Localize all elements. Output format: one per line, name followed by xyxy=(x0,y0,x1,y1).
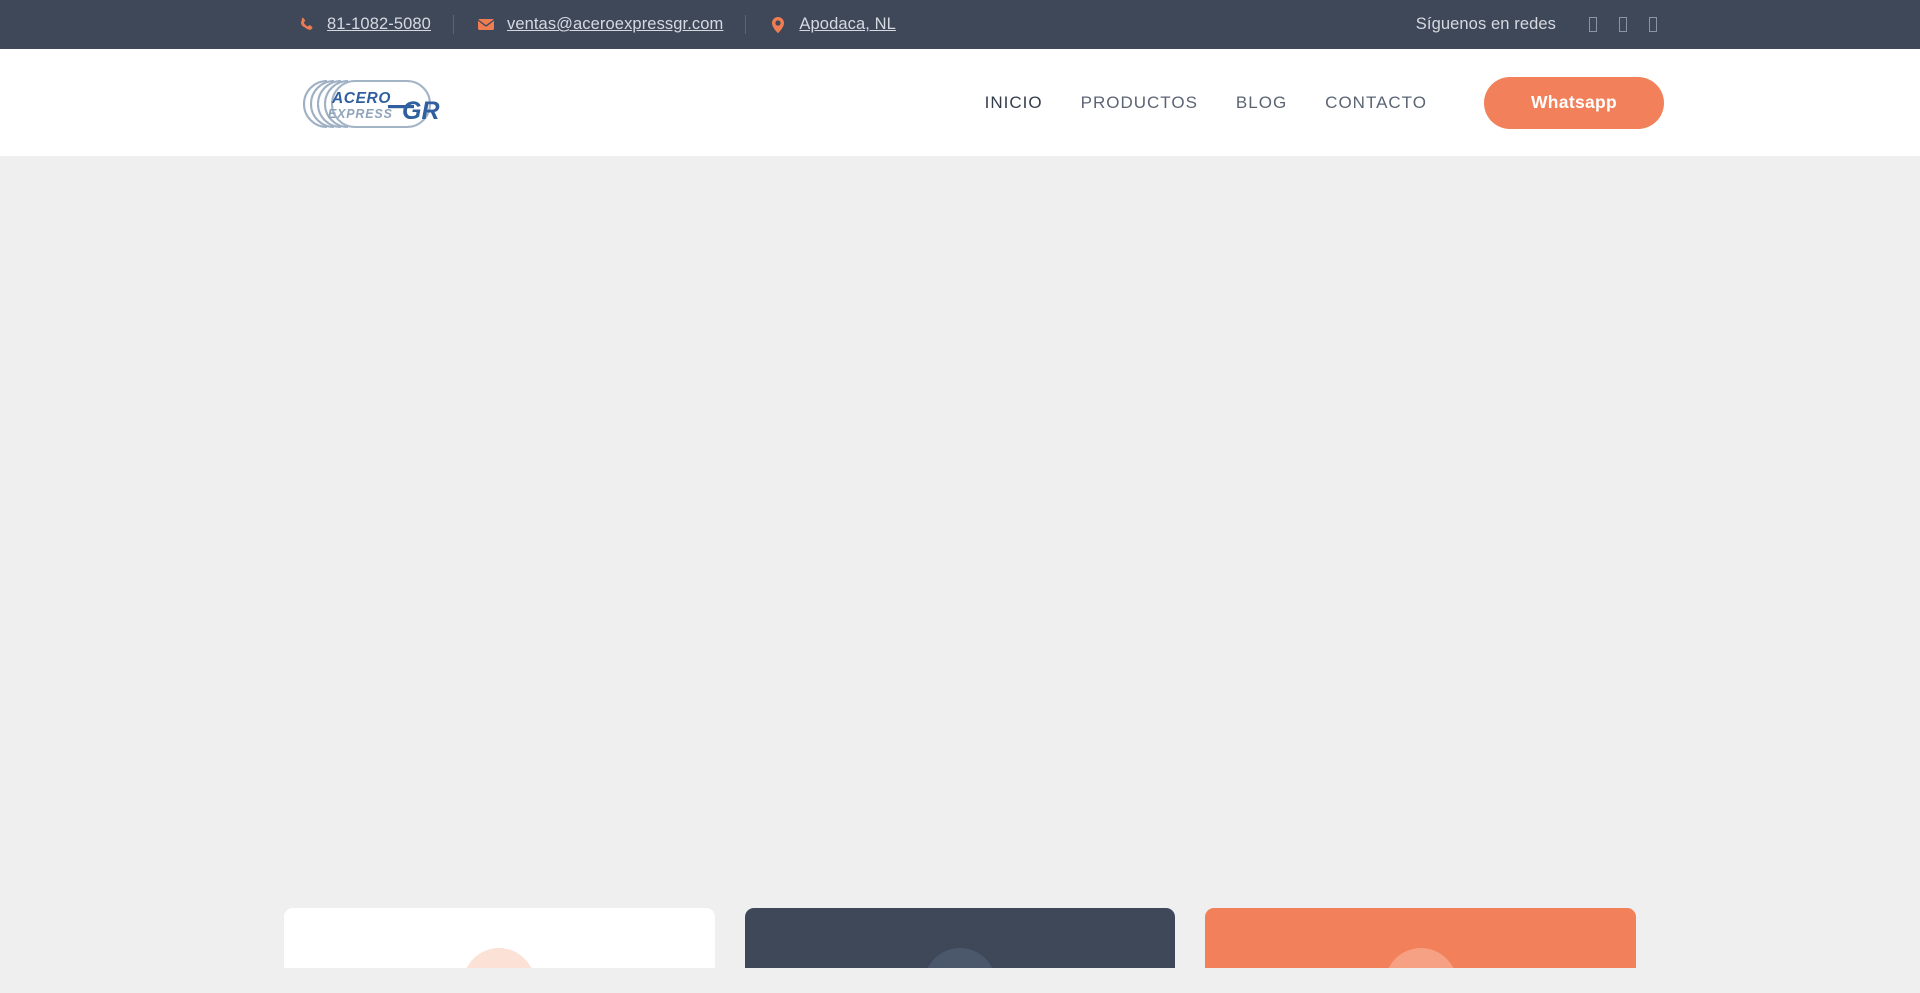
feature-card-1-icon-circle xyxy=(463,948,536,968)
site-logo[interactable]: ACERO EXPRESS GR xyxy=(284,79,454,129)
instagram-icon[interactable] xyxy=(1608,12,1638,38)
youtube-glyph xyxy=(1649,17,1657,32)
instagram-glyph xyxy=(1619,17,1627,32)
contact-phone-label: 81-1082-5080 xyxy=(327,15,431,33)
nav-item-productos: PRODUCTOS xyxy=(1062,49,1217,156)
youtube-icon[interactable] xyxy=(1638,12,1668,38)
main-navigation: INICIO PRODUCTOS BLOG CONTACTO xyxy=(966,49,1446,178)
feature-card-3[interactable] xyxy=(1205,908,1637,968)
contact-phone[interactable]: 81-1082-5080 xyxy=(296,15,431,34)
nav-link-productos[interactable]: PRODUCTOS xyxy=(1062,49,1217,156)
nav-link-inicio[interactable]: INICIO xyxy=(966,49,1062,178)
envelope-icon xyxy=(476,16,496,34)
social-group: Síguenos en redes xyxy=(1416,12,1670,38)
contact-info-group: 81-1082-5080 ventas@aceroexpressgr.com A… xyxy=(296,15,896,34)
nav-link-contacto[interactable]: CONTACTO xyxy=(1306,49,1446,156)
contact-location[interactable]: Apodaca, NL xyxy=(768,15,896,34)
social-links-list xyxy=(1578,12,1668,38)
logo-text-acero: ACERO xyxy=(331,90,391,107)
feature-card-row xyxy=(250,908,1670,968)
logo-mark: ACERO EXPRESS GR xyxy=(302,79,440,128)
feature-card-1[interactable] xyxy=(284,908,715,968)
site-header-inner: ACERO EXPRESS GR INICIO PRODUCTOS BLOG C… xyxy=(250,49,1670,178)
facebook-icon[interactable] xyxy=(1578,12,1608,38)
header-right-group: INICIO PRODUCTOS BLOG CONTACTO Whatsapp xyxy=(966,49,1664,178)
feature-card-3-icon-circle xyxy=(1384,948,1457,968)
feature-card-2-icon-circle xyxy=(924,948,996,968)
contact-divider xyxy=(452,15,454,34)
location-pin-icon xyxy=(768,16,788,34)
contact-email-label: ventas@aceroexpressgr.com xyxy=(506,15,724,33)
facebook-glyph xyxy=(1589,17,1597,32)
nav-item-blog: BLOG xyxy=(1217,49,1306,156)
nav-link-blog[interactable]: BLOG xyxy=(1217,49,1306,156)
phone-icon xyxy=(296,16,316,34)
nav-item-inicio: INICIO xyxy=(966,49,1062,178)
contact-divider xyxy=(745,15,747,34)
contact-email[interactable]: ventas@aceroexpressgr.com xyxy=(476,15,723,34)
logo-text-express: EXPRESS xyxy=(328,107,393,121)
feature-card-2[interactable] xyxy=(744,908,1176,968)
logo-text-gr: GR xyxy=(402,97,440,125)
contact-location-label: Apodaca, NL xyxy=(799,15,896,33)
hero-section xyxy=(0,156,1920,968)
nav-item-contacto: CONTACTO xyxy=(1306,49,1446,156)
follow-us-label: Síguenos en redes xyxy=(1415,15,1556,33)
main-navigation-list: INICIO PRODUCTOS BLOG CONTACTO xyxy=(966,49,1446,178)
top-utility-bar: 81-1082-5080 ventas@aceroexpressgr.com A… xyxy=(0,0,1920,49)
whatsapp-button[interactable]: Whatsapp xyxy=(1484,76,1664,129)
site-header: ACERO EXPRESS GR INICIO PRODUCTOS BLOG C… xyxy=(0,49,1920,178)
top-utility-bar-inner: 81-1082-5080 ventas@aceroexpressgr.com A… xyxy=(250,0,1670,49)
